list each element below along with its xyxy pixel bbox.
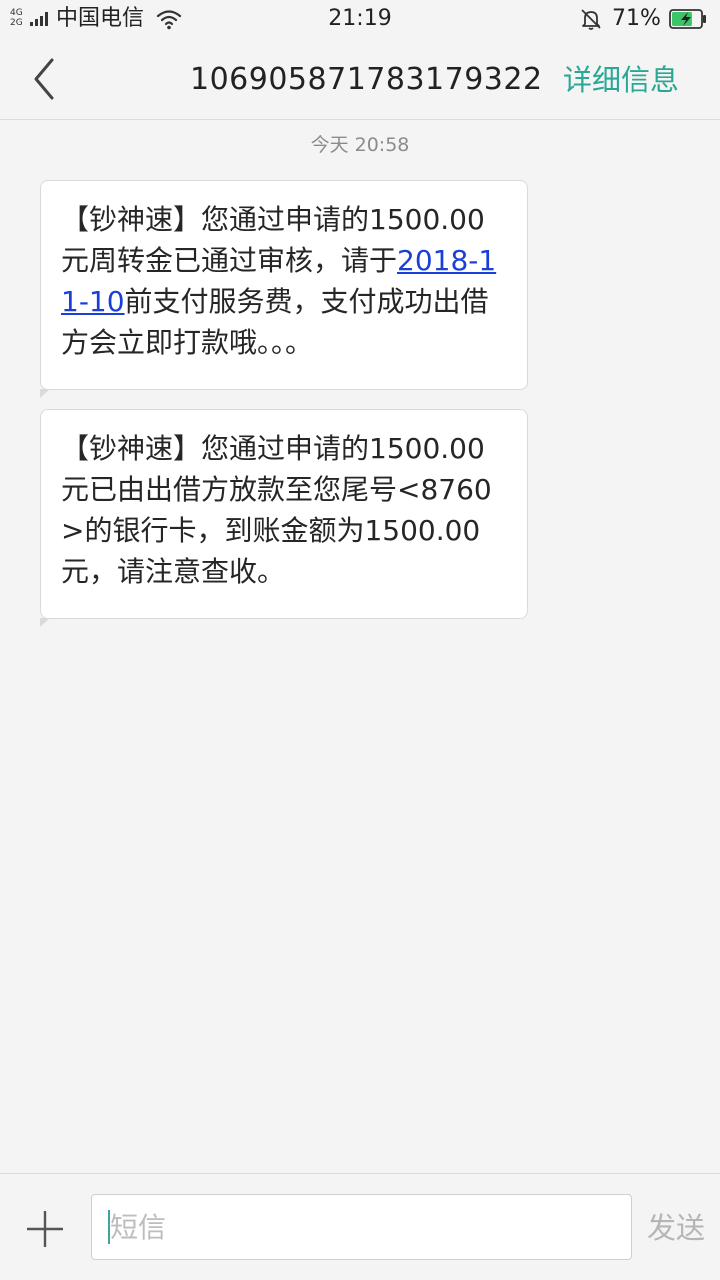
message-text: 前支付服务费，支付成功出借方会立即打款哦。。。 bbox=[61, 285, 489, 359]
message-bubble[interactable]: 【钞神速】您通过申请的1500.00元已由出借方放款至您尾号<8760>的银行卡… bbox=[40, 409, 528, 627]
message-text: 【钞神速】您通过申请的1500.00元已由出借方放款至您尾号<8760>的银行卡… bbox=[61, 432, 492, 588]
text-cursor bbox=[108, 1210, 110, 1244]
contact-number: 106905871783179322 bbox=[190, 62, 543, 97]
message-composer: 发送 bbox=[0, 1173, 720, 1280]
conversation-header: 106905871783179322 详细信息 bbox=[0, 38, 720, 120]
message-timestamp: 今天 20:58 bbox=[310, 134, 410, 156]
battery-charging-icon bbox=[669, 9, 706, 29]
message-bubble[interactable]: 【钞神速】您通过申请的1500.00元周转金已通过审核，请于2018-11-10… bbox=[40, 180, 528, 398]
mute-bell-icon bbox=[581, 9, 601, 30]
message-input[interactable] bbox=[91, 1194, 632, 1260]
chevron-left-icon[interactable] bbox=[24, 52, 68, 106]
status-bar: 4G 2G 中国电信 21:19 71% bbox=[0, 0, 720, 38]
send-button[interactable]: 发送 bbox=[640, 1208, 712, 1248]
details-button[interactable]: 详细信息 bbox=[546, 60, 696, 100]
battery-percent: 71% bbox=[612, 6, 661, 31]
plus-icon[interactable] bbox=[24, 1208, 66, 1250]
